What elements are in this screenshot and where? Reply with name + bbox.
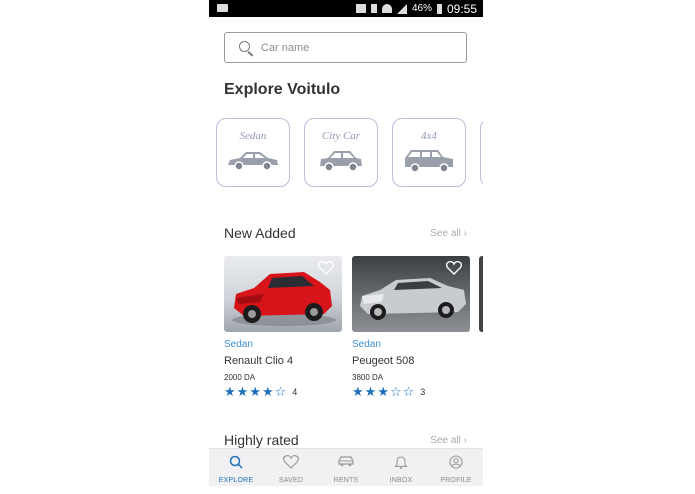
battery-icon (436, 3, 442, 14)
search-icon (229, 455, 243, 469)
star-rating: ★ ★ ★ ★ ☆ 4 (224, 385, 342, 398)
nav-inbox[interactable]: INBOX (374, 449, 428, 487)
battery-level: 46% (411, 3, 432, 14)
category-more[interactable] (480, 118, 483, 187)
car-icon (338, 456, 354, 467)
nav-label: RENTS (333, 477, 359, 484)
car-card[interactable]: Sedan Peugeot 508 3800 DA ★ ★ ★ ☆ ☆ 3 (352, 256, 470, 398)
car-category[interactable]: Sedan (352, 339, 470, 350)
search-bar[interactable] (224, 32, 467, 63)
wifi-icon (381, 4, 392, 13)
car-name: Renault Clio 4 (224, 355, 294, 367)
section-title-new-added: New Added (224, 225, 296, 241)
car-card-partial[interactable] (479, 256, 483, 332)
nav-bottom-edge (209, 486, 483, 494)
star-empty-icon: ☆ (274, 384, 287, 399)
see-all-label: See all (430, 228, 461, 239)
see-all-highly-rated[interactable]: See all › (430, 435, 467, 446)
star-filled-icon: ★ (377, 384, 389, 399)
chevron-right-icon: › (463, 435, 467, 446)
nav-profile[interactable]: PROFILE (429, 449, 483, 487)
search-icon (239, 41, 250, 52)
car-name: Peugeot 508 (352, 355, 415, 367)
city-car-icon (320, 151, 362, 172)
section-title-highly-rated: Highly rated (224, 432, 299, 448)
nav-rents[interactable]: RENTS (319, 449, 373, 487)
suv-icon (405, 150, 453, 173)
heart-icon[interactable] (318, 261, 334, 275)
see-all-label: See all (430, 435, 461, 446)
chevron-right-icon: › (463, 228, 467, 239)
search-input[interactable] (259, 38, 453, 58)
star-filled-icon: ★ (236, 384, 249, 399)
nav-label: EXPLORE (218, 477, 254, 484)
category-city-car[interactable]: City Car (304, 118, 378, 187)
clock: 09:55 (446, 1, 477, 16)
nav-saved[interactable]: SAVED (264, 449, 318, 487)
status-bar: 46% 09:55 (209, 0, 483, 17)
car-price: 2000 DA (224, 373, 256, 382)
category-list: Sedan City Car 4x4 (216, 118, 483, 188)
heart-icon[interactable] (446, 261, 462, 275)
nav-label: PROFILE (440, 477, 472, 484)
sedan-icon (228, 152, 278, 171)
red-car-photo (224, 256, 342, 332)
star-empty-icon: ☆ (402, 384, 415, 399)
category-label: 4x4 (421, 130, 437, 142)
bottom-nav: EXPLORE SAVED RENTS INBOX PROFILE (209, 448, 483, 487)
star-rating: ★ ★ ★ ☆ ☆ 3 (352, 385, 470, 398)
category-label: City Car (321, 130, 361, 142)
category-sedan[interactable]: Sedan (216, 118, 290, 187)
star-filled-icon: ★ (364, 384, 377, 399)
vibrate-icon (370, 4, 377, 13)
heart-icon (283, 455, 299, 469)
cast-icon (355, 4, 366, 13)
star-filled-icon: ★ (224, 384, 236, 399)
nav-label: SAVED (278, 477, 304, 484)
nav-explore[interactable]: EXPLORE (209, 449, 263, 487)
car-price: 3800 DA (352, 373, 384, 382)
rating-count: 4 (292, 386, 298, 397)
page-title: Explore Voitulo (224, 81, 341, 98)
car-category[interactable]: Sedan (224, 339, 342, 350)
category-4x4[interactable]: 4x4 (392, 118, 466, 187)
star-filled-icon: ★ (352, 384, 364, 399)
nav-label: INBOX (389, 477, 413, 484)
car-card[interactable]: Sedan Renault Clio 4 2000 DA ★ ★ ★ ★ ☆ 4 (224, 256, 342, 398)
profile-icon (449, 455, 463, 469)
silver-car-photo (352, 256, 470, 332)
star-filled-icon: ★ (249, 384, 261, 399)
notification-icon (217, 4, 228, 12)
star-filled-icon: ★ (261, 384, 274, 399)
see-all-new-added[interactable]: See all › (430, 228, 467, 239)
star-empty-icon: ☆ (389, 384, 402, 399)
rating-count: 3 (420, 386, 426, 397)
bell-icon (394, 456, 408, 469)
phone-screen: 46% 09:55 Explore Voitulo Sedan City Car (209, 0, 483, 494)
signal-icon (396, 3, 407, 14)
category-label: Sedan (239, 130, 267, 142)
status-icons: 46% 09:55 (355, 0, 477, 17)
